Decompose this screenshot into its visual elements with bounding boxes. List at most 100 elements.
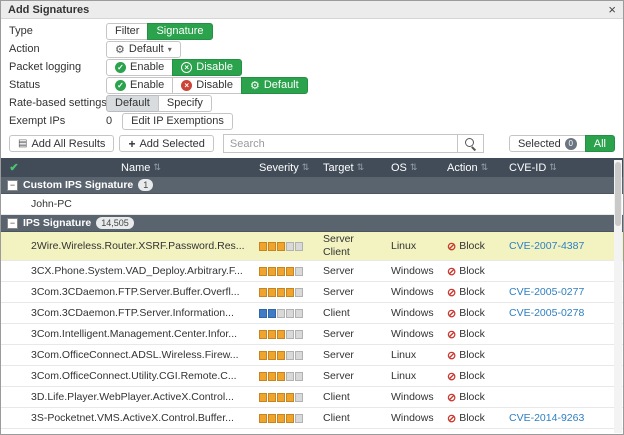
- target-cell: Client: [319, 303, 387, 323]
- status-default-label: Default: [264, 79, 299, 91]
- row-select-cell[interactable]: [1, 194, 27, 214]
- table-row[interactable]: 3Com.Intelligent.Management.Center.Infor…: [1, 324, 623, 345]
- action-label: Block: [459, 286, 485, 298]
- cve-link[interactable]: CVE-2014-9263: [509, 412, 584, 424]
- check-circle-icon: ✓: [115, 80, 126, 91]
- collapse-icon[interactable]: −: [7, 218, 18, 229]
- table-row[interactable]: 2Wire.Wireless.Router.XSRF.Password.Res.…: [1, 232, 623, 261]
- table-row[interactable]: 3Com.OfficeConnect.Utility.CGI.Remote.C.…: [1, 366, 623, 387]
- packet-logging-disable-button[interactable]: × Disable: [172, 59, 242, 76]
- row-select-cell[interactable]: [1, 408, 27, 428]
- search-button[interactable]: [458, 134, 484, 153]
- vertical-scrollbar[interactable]: [614, 160, 622, 433]
- severity-segment: [268, 372, 276, 381]
- edit-ip-exemptions-button[interactable]: Edit IP Exemptions: [122, 113, 233, 130]
- action-cell: ⊘Block: [443, 408, 505, 428]
- close-icon[interactable]: ×: [608, 3, 616, 16]
- severity-cell: [255, 232, 319, 260]
- severity-cell: [255, 345, 319, 365]
- signature-name: 3S-Pocketnet.VMS.ActiveX.Control.Buffer.…: [31, 412, 234, 424]
- action-default-dropdown[interactable]: ⚙ Default ▾: [106, 41, 181, 58]
- add-all-results-label: Add All Results: [31, 138, 105, 150]
- status-enable-label: Enable: [130, 79, 164, 91]
- status-disable-button[interactable]: × Disable: [172, 77, 242, 94]
- table-row[interactable]: 3Com.OfficeConnect.ADSL.Wireless.Firew..…: [1, 345, 623, 366]
- severity-segment: [268, 393, 276, 402]
- severity-cell: [255, 387, 319, 407]
- column-header-name[interactable]: Name⇅: [27, 158, 255, 177]
- row-select-cell[interactable]: [1, 261, 27, 281]
- severity-segment: [295, 309, 303, 318]
- severity-segment: [286, 288, 294, 297]
- row-select-cell[interactable]: [1, 232, 27, 260]
- all-filter-button[interactable]: All: [585, 135, 615, 152]
- row-select-cell[interactable]: [1, 366, 27, 386]
- table-row[interactable]: John-PC: [1, 194, 623, 215]
- signature-name: 3CX.Phone.System.VAD_Deploy.Arbitrary.F.…: [31, 265, 243, 277]
- action-cell: ⊘Block: [443, 366, 505, 386]
- group-row[interactable]: −Custom IPS Signature1: [1, 177, 623, 194]
- severity-bar: [259, 242, 303, 251]
- table-row[interactable]: 3Com.3CDaemon.FTP.Server.Information...C…: [1, 303, 623, 324]
- severity-segment: [286, 372, 294, 381]
- severity-segment: [277, 330, 285, 339]
- severity-segment: [268, 288, 276, 297]
- action-label: Block: [459, 349, 485, 361]
- column-header-cve-id[interactable]: CVE-ID⇅: [505, 158, 623, 177]
- severity-segment: [268, 414, 276, 423]
- row-select-cell[interactable]: [1, 303, 27, 323]
- severity-segment: [295, 372, 303, 381]
- search-input[interactable]: [223, 134, 458, 153]
- rate-default-button[interactable]: Default: [106, 95, 159, 112]
- severity-segment: [277, 393, 285, 402]
- group-row[interactable]: −IPS Signature14,505: [1, 215, 623, 232]
- select-all-check-icon[interactable]: ✔: [9, 161, 18, 174]
- type-signature-button[interactable]: Signature: [147, 23, 212, 40]
- table-row[interactable]: 3CX.Phone.System.VAD_Deploy.Arbitrary.F.…: [1, 261, 623, 282]
- table-row[interactable]: 3S-Pocketnet.VMS.ActiveX.Control.Buffer.…: [1, 408, 623, 429]
- severity-segment: [259, 330, 267, 339]
- status-disable-label: Disable: [196, 79, 233, 91]
- cve-cell: [505, 387, 623, 407]
- cve-link[interactable]: CVE-2007-4387: [509, 240, 584, 252]
- cve-link[interactable]: CVE-2005-0278: [509, 307, 584, 319]
- block-icon: ⊘: [447, 391, 456, 404]
- status-default-button[interactable]: ⚙ Default: [241, 77, 308, 94]
- sort-icon: ⇅: [410, 162, 418, 173]
- rate-specify-button[interactable]: Specify: [158, 95, 212, 112]
- type-filter-button[interactable]: Filter: [106, 23, 148, 40]
- column-header-target[interactable]: Target⇅: [319, 158, 387, 177]
- severity-segment: [295, 330, 303, 339]
- packet-logging-enable-button[interactable]: ✓ Enable: [106, 59, 173, 76]
- caret-down-icon: ▾: [168, 45, 172, 54]
- column-header-os[interactable]: OS⇅: [387, 158, 443, 177]
- add-selected-button[interactable]: + Add Selected: [119, 135, 213, 152]
- signature-filter-form: Type Filter Signature Action ⚙ Default ▾…: [1, 19, 623, 129]
- action-cell: ⊘Block: [443, 282, 505, 302]
- column-header-action[interactable]: Action⇅: [443, 158, 505, 177]
- scrollbar-thumb[interactable]: [615, 162, 621, 226]
- collapse-icon[interactable]: −: [7, 180, 18, 191]
- select-all-header[interactable]: ✔: [1, 158, 27, 177]
- severity-bar: [259, 414, 303, 423]
- row-select-cell[interactable]: [1, 324, 27, 344]
- row-select-cell[interactable]: [1, 387, 27, 407]
- severity-segment: [259, 414, 267, 423]
- column-header-severity[interactable]: Severity⇅: [255, 158, 319, 177]
- x-circle-red-icon: ×: [181, 80, 192, 91]
- type-row: Type Filter Signature: [9, 23, 615, 39]
- target-cell: [319, 194, 387, 214]
- add-all-results-button[interactable]: ▤ Add All Results: [9, 135, 114, 152]
- action-cell: ⊘Block: [443, 232, 505, 260]
- table-row[interactable]: 3Com.3CDaemon.FTP.Server.Buffer.Overfl..…: [1, 282, 623, 303]
- table-row[interactable]: 3D.Life.Player.WebPlayer.ActiveX.Control…: [1, 387, 623, 408]
- status-enable-button[interactable]: ✓ Enable: [106, 77, 173, 94]
- severity-cell: [255, 366, 319, 386]
- severity-segment: [277, 414, 285, 423]
- selected-filter-button[interactable]: Selected 0: [509, 135, 586, 152]
- row-select-cell[interactable]: [1, 345, 27, 365]
- target-cell: Server: [319, 345, 387, 365]
- block-icon: ⊘: [447, 307, 456, 320]
- row-select-cell[interactable]: [1, 282, 27, 302]
- cve-link[interactable]: CVE-2005-0277: [509, 286, 584, 298]
